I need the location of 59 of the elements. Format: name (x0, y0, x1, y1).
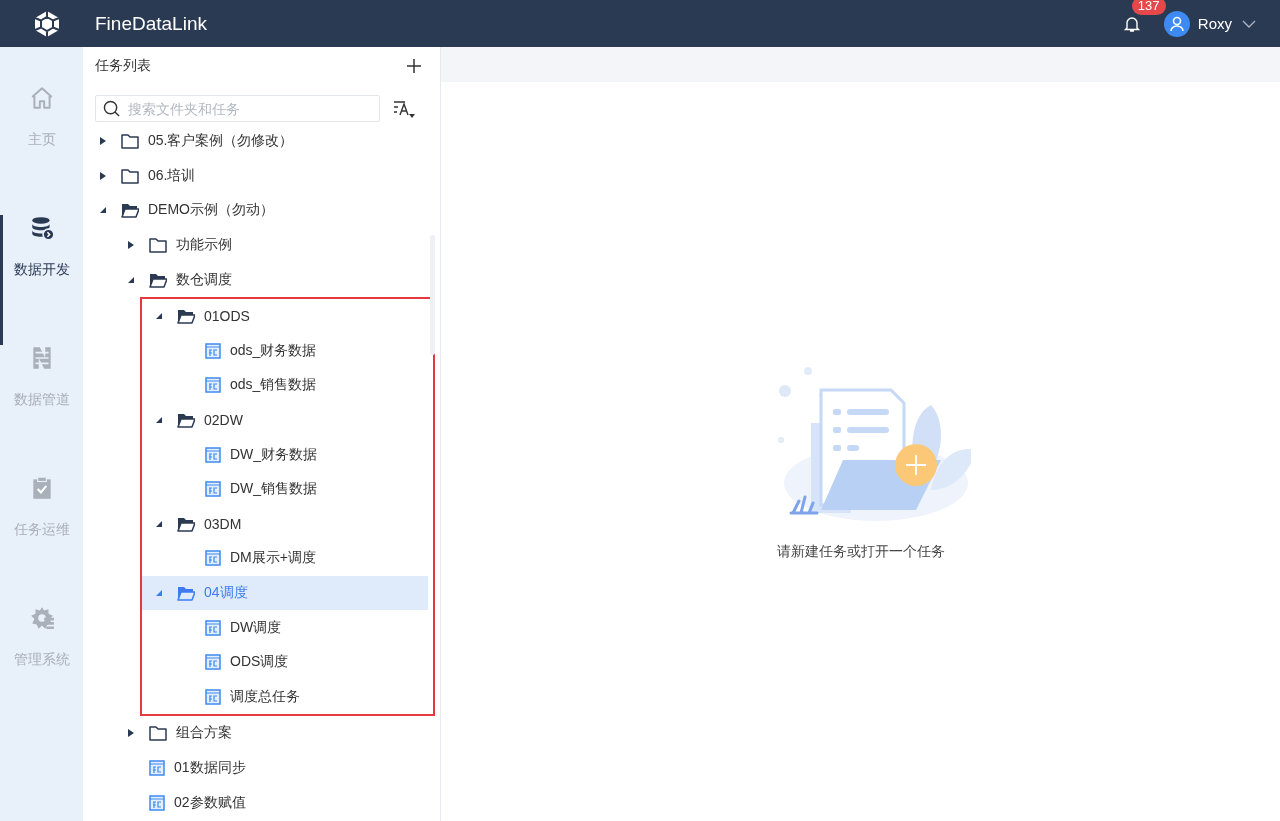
collapsed-arrow-icon[interactable] (126, 728, 136, 739)
collapsed-arrow-icon[interactable] (98, 136, 108, 147)
task-row[interactable]: ods_销售数据 (142, 368, 428, 403)
task-file-icon (205, 619, 221, 636)
open-folder-icon (121, 202, 139, 219)
expanded-arrow-icon[interactable] (154, 415, 164, 426)
task-row[interactable]: DM展示+调度 (142, 541, 428, 576)
folder-row[interactable]: 数仓调度 (83, 262, 428, 297)
task-file-icon (205, 688, 221, 705)
task-row[interactable]: ODS调度 (142, 644, 428, 680)
chevron-down-icon (1242, 19, 1256, 28)
task-file-icon (205, 342, 221, 359)
folder-row[interactable]: 06.培训 (83, 158, 428, 194)
folder-row[interactable]: DEMO示例（勿动） (83, 193, 428, 228)
expanded-arrow-icon[interactable] (154, 311, 164, 322)
notification-count: 137 (1131, 0, 1166, 15)
collapsed-arrow-icon[interactable] (126, 240, 136, 251)
folder-row[interactable]: 组合方案 (83, 716, 428, 751)
add-button[interactable] (407, 59, 421, 73)
task-file-icon (149, 794, 165, 811)
scrollbar[interactable] (430, 235, 435, 355)
task-row[interactable]: DW调度 (142, 610, 428, 645)
task-row[interactable]: DW_财务数据 (142, 437, 428, 472)
sort-button[interactable] (393, 98, 417, 119)
folder-icon (149, 725, 167, 742)
task-file-icon (205, 550, 221, 567)
task-file-icon (149, 760, 165, 776)
search-field[interactable]: 搜索文件夹和任务 (95, 95, 380, 122)
task-row[interactable]: DW_销售数据 (142, 471, 428, 507)
search-icon (103, 100, 120, 117)
task-row[interactable]: ods_财务数据 (142, 333, 428, 369)
task-file-icon (205, 481, 221, 498)
open-folder-icon (177, 585, 195, 601)
task-row[interactable]: 01数据同步 (83, 750, 428, 786)
folder-row[interactable]: 01ODS (142, 298, 428, 334)
task-file-icon (205, 446, 221, 463)
task-row[interactable]: 02参数赋值 (83, 785, 428, 820)
folder-icon (149, 237, 167, 254)
folder-row[interactable]: 05.客户案例（勿修改） (83, 124, 428, 159)
open-folder-icon (149, 271, 167, 288)
folder-icon (121, 133, 139, 150)
expanded-arrow-icon[interactable] (98, 205, 108, 216)
collapsed-arrow-icon[interactable] (98, 170, 108, 181)
folder-row[interactable]: 03DM (142, 506, 428, 542)
app-title: FineDataLink (95, 12, 207, 35)
avatar-icon (1163, 10, 1190, 37)
task-file-icon (205, 377, 221, 394)
open-folder-icon (177, 412, 195, 429)
cube-logo-icon (32, 8, 62, 39)
panel-title: 任务列表 (95, 57, 151, 75)
open-folder-icon (177, 308, 195, 325)
folder-icon (121, 167, 139, 184)
folder-row[interactable]: 02DW (142, 402, 428, 438)
task-file-icon (205, 654, 221, 671)
folder-row[interactable]: 功能示例 (83, 227, 428, 263)
task-row[interactable]: 调度总任务 (142, 679, 428, 715)
user-menu[interactable]: Roxy (1163, 10, 1256, 37)
open-folder-icon (177, 515, 195, 532)
empty-state-message: 请新建任务或打开一个任务 (776, 543, 945, 561)
